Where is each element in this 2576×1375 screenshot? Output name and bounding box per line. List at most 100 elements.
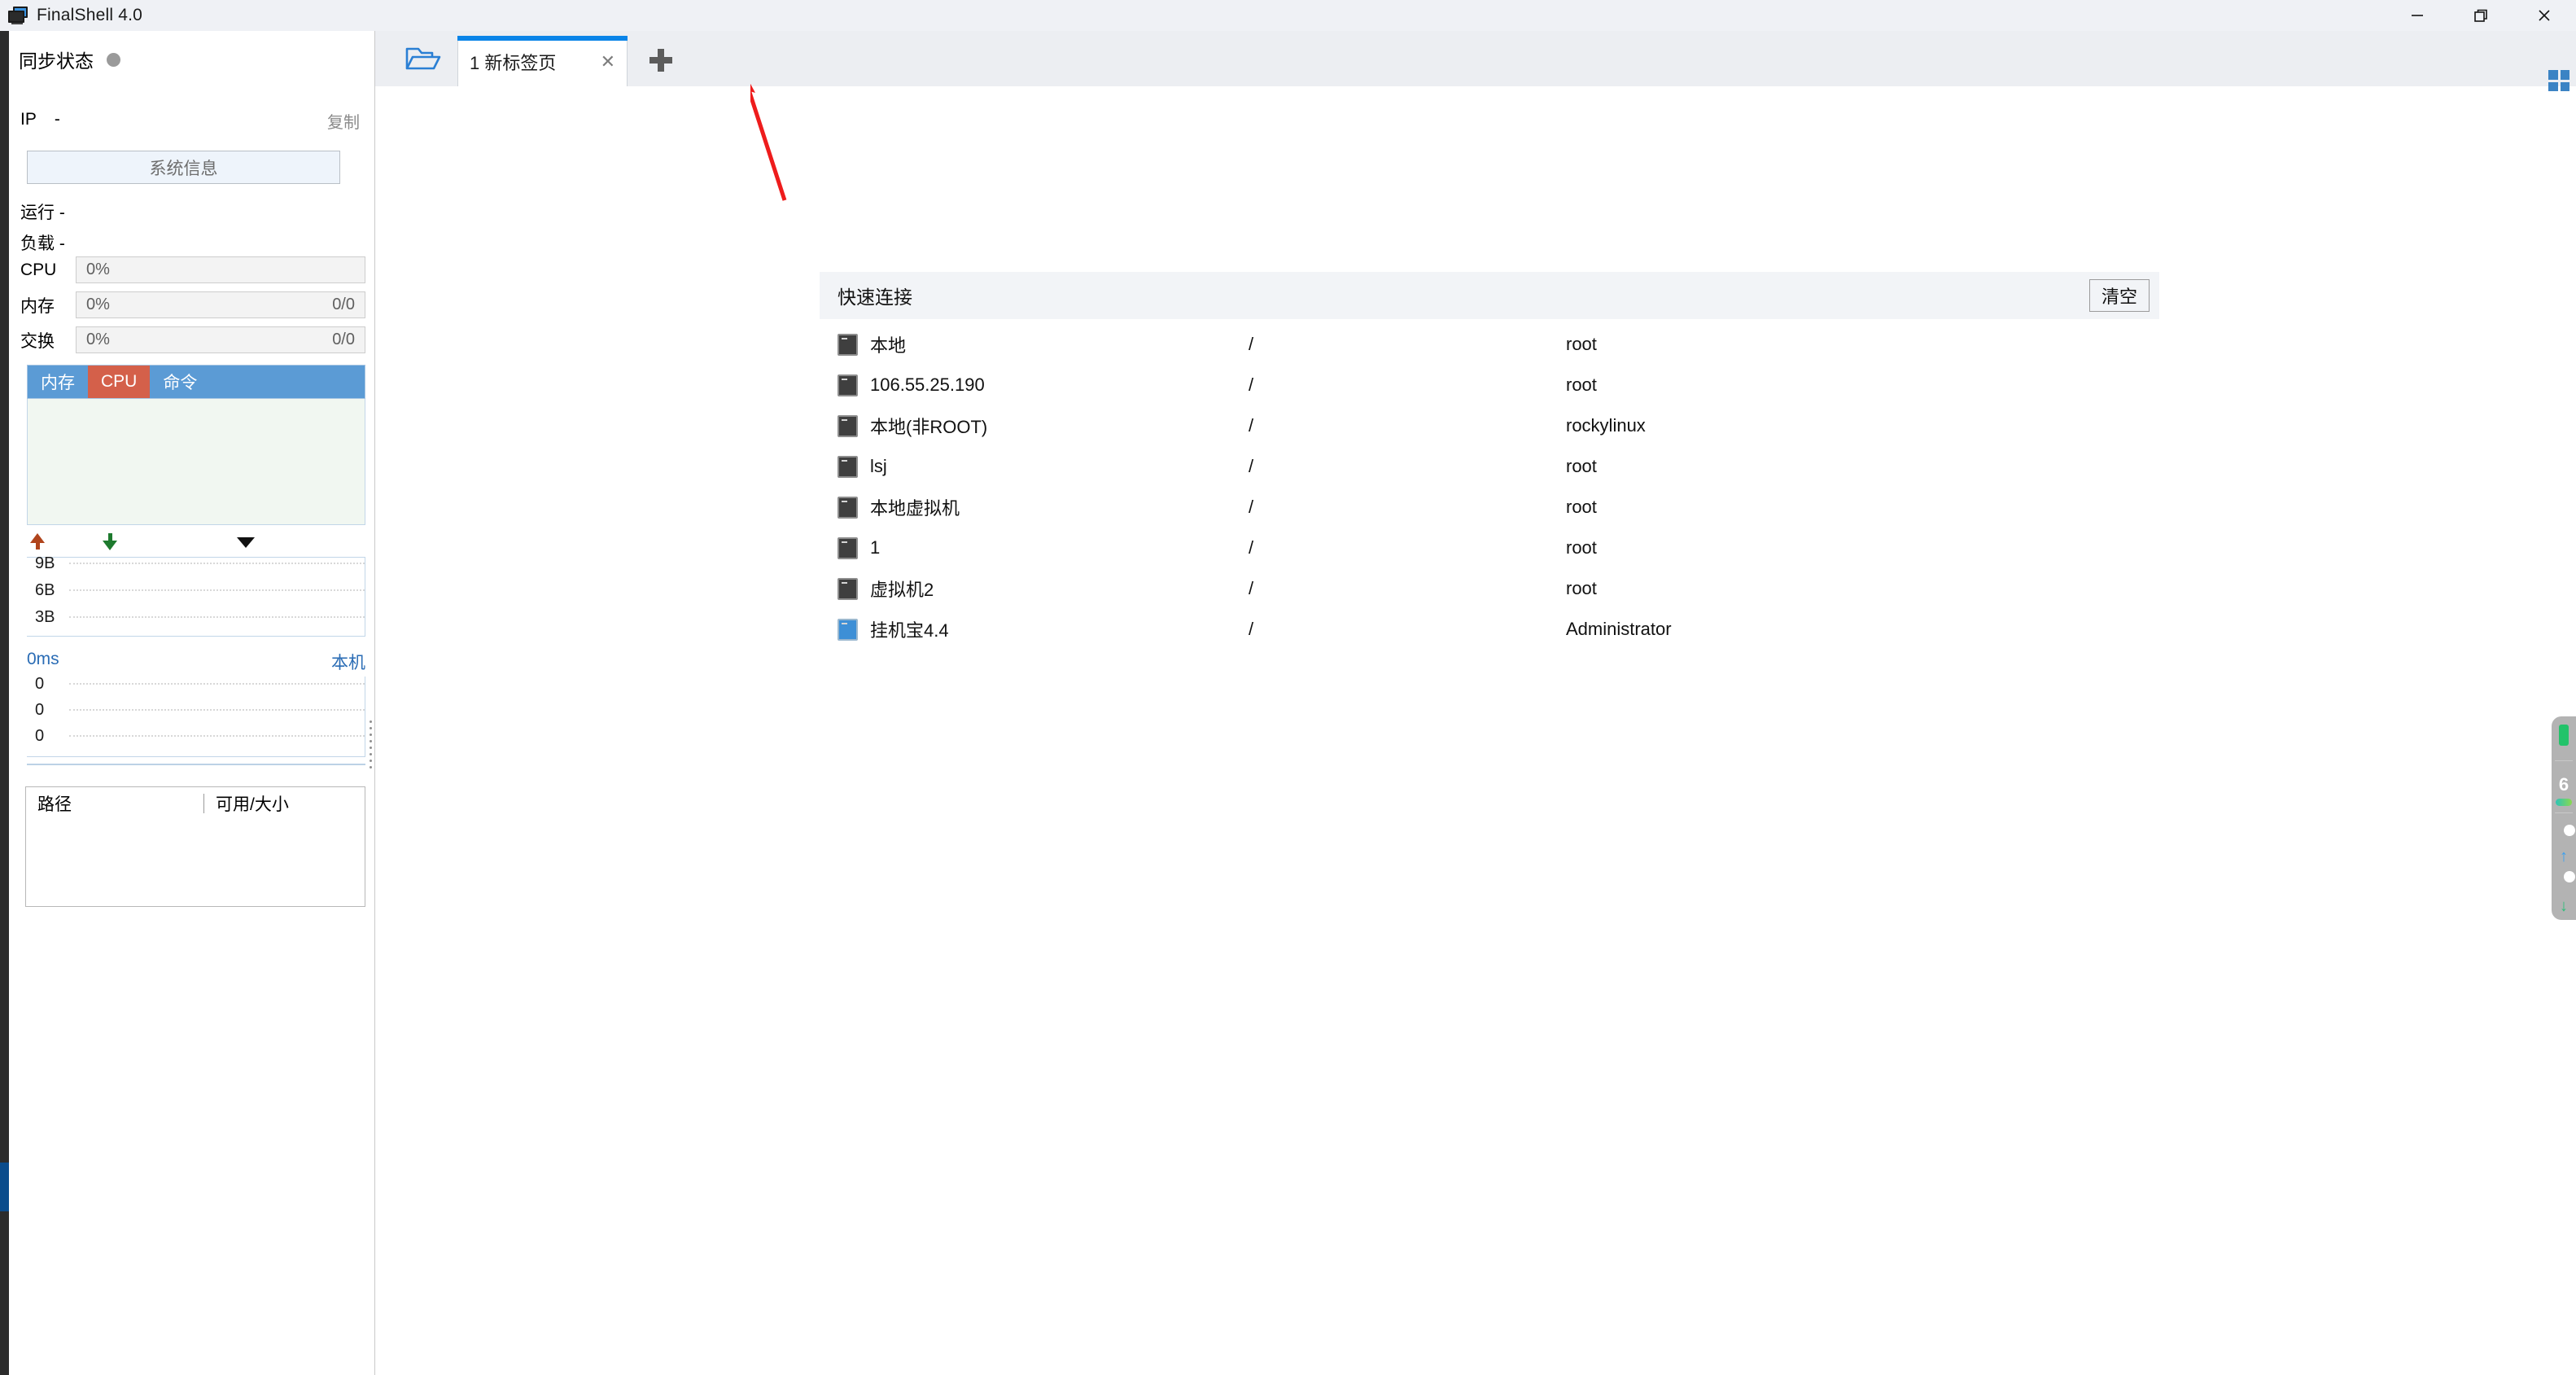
list-item[interactable]: 虚拟机2 / root bbox=[820, 568, 2159, 609]
process-tab-strip: 内存 CPU 命令 bbox=[27, 365, 365, 399]
memory-usage-bar: 0% 0/0 bbox=[76, 291, 365, 318]
list-item[interactable]: 本地 / root bbox=[820, 324, 2159, 365]
tab-new-page[interactable]: 1 新标签页 ✕ bbox=[457, 36, 628, 86]
list-item[interactable]: 本地(非ROOT) / rockylinux bbox=[820, 405, 2159, 446]
sync-status: 同步状态 bbox=[19, 46, 120, 73]
tab-memory[interactable]: 内存 bbox=[28, 366, 88, 398]
sync-status-indicator bbox=[107, 52, 120, 67]
terminal-monitor-icon bbox=[838, 455, 870, 478]
list-item[interactable]: 106.55.25.190 / root bbox=[820, 365, 2159, 405]
list-item[interactable]: lsj / root bbox=[820, 446, 2159, 487]
connection-user: root bbox=[1566, 537, 1597, 558]
quick-connect-list: 本地 / root 106.55.25.190 / root 本地(非ROOT)… bbox=[820, 319, 2159, 650]
net-y-label-1: 6B bbox=[35, 581, 55, 599]
download-arrow-stem bbox=[108, 533, 112, 541]
uptime-value: - bbox=[59, 204, 65, 222]
tab-bar: 1 新标签页 ✕ bbox=[375, 31, 2576, 91]
process-list-body[interactable] bbox=[27, 399, 365, 525]
connection-path: / bbox=[1249, 415, 1254, 436]
restore-button[interactable] bbox=[2449, 0, 2513, 31]
disk-table-header: 路径 可用/大小 bbox=[26, 787, 365, 820]
download-arrow-icon bbox=[103, 541, 117, 550]
title-bar: FinalShell 4.0 bbox=[0, 0, 2576, 31]
clear-button[interactable]: 清空 bbox=[2088, 279, 2150, 312]
terminal-monitor-icon bbox=[838, 496, 870, 519]
minimize-button[interactable] bbox=[2386, 0, 2449, 31]
arrow-down-icon: ↓ bbox=[2560, 897, 2568, 915]
connection-path: / bbox=[1249, 497, 1254, 517]
floating-status-widget[interactable]: 6 ↑ ↓ bbox=[2552, 716, 2576, 920]
ip-value: - bbox=[54, 110, 60, 129]
app-icon bbox=[8, 7, 29, 24]
close-button[interactable] bbox=[2513, 0, 2576, 31]
upload-arrow-stem bbox=[36, 541, 40, 550]
memory-metric-row: 内存 0% 0/0 bbox=[20, 291, 365, 318]
ping-target[interactable]: 本机 bbox=[331, 650, 365, 674]
connection-name: 本地 bbox=[870, 335, 907, 356]
terminal-monitor-icon bbox=[838, 577, 870, 600]
connection-path: / bbox=[1249, 578, 1254, 598]
network-graph-header bbox=[27, 532, 369, 554]
connection-name: 虚拟机2 bbox=[870, 580, 934, 600]
ping-y-label-1: 0 bbox=[35, 701, 45, 719]
disk-col-size: 可用/大小 bbox=[216, 795, 289, 814]
tab-command[interactable]: 命令 bbox=[150, 366, 210, 398]
ip-label: IP bbox=[20, 110, 37, 129]
connection-user: root bbox=[1566, 334, 1597, 354]
sync-status-label: 同步状态 bbox=[19, 50, 94, 72]
memory-label: 内存 bbox=[20, 296, 55, 316]
connection-user: root bbox=[1566, 456, 1597, 476]
connection-name: lsj bbox=[870, 456, 887, 476]
load-row: 负载 - bbox=[20, 230, 65, 255]
widget-dot-lower bbox=[2564, 871, 2575, 882]
sidebar-splitter-handle[interactable] bbox=[366, 716, 374, 769]
quick-connect-title: 快速连接 bbox=[838, 287, 912, 308]
connection-name: 106.55.25.190 bbox=[870, 374, 985, 395]
disk-usage-table: 路径 可用/大小 bbox=[25, 786, 365, 907]
uptime-label: 运行 bbox=[20, 204, 55, 222]
window-controls bbox=[2386, 0, 2576, 31]
grid-layout-icon[interactable] bbox=[2548, 70, 2569, 91]
rail-accent-marker bbox=[0, 1163, 9, 1211]
ping-graph: 0 0 0 bbox=[27, 675, 365, 757]
widget-green-bar bbox=[2552, 725, 2576, 754]
main-area: 1 新标签页 ✕ 快速连接 清空 本地 / root 106.55.25.190… bbox=[375, 31, 2576, 1375]
connection-path: / bbox=[1249, 537, 1254, 558]
list-item[interactable]: 1 / root bbox=[820, 528, 2159, 568]
swap-percent: 0% bbox=[86, 331, 110, 348]
connection-path: / bbox=[1249, 374, 1254, 395]
tab-cpu[interactable]: CPU bbox=[88, 366, 151, 398]
ping-y-label-0: 0 bbox=[35, 675, 45, 693]
list-item[interactable]: 本地虚拟机 / root bbox=[820, 487, 2159, 528]
sidebar-divider bbox=[27, 764, 365, 765]
connection-path: / bbox=[1249, 334, 1254, 354]
list-item[interactable]: 挂机宝4.4 / Administrator bbox=[820, 609, 2159, 650]
net-y-label-0: 9B bbox=[35, 554, 55, 572]
cpu-label: CPU bbox=[20, 260, 57, 279]
connection-name: 挂机宝4.4 bbox=[870, 620, 949, 641]
network-traffic-graph: 9B 6B 3B bbox=[27, 554, 365, 637]
open-folder-icon[interactable] bbox=[396, 40, 451, 77]
load-label: 负载 bbox=[20, 234, 55, 253]
quick-connect-header: 快速连接 清空 bbox=[820, 272, 2159, 319]
uptime-row: 运行 - bbox=[20, 199, 65, 224]
terminal-monitor-icon bbox=[838, 414, 870, 437]
swap-label: 交换 bbox=[20, 331, 55, 351]
terminal-monitor-icon bbox=[838, 374, 870, 396]
chevron-down-icon[interactable] bbox=[237, 537, 255, 548]
connection-user: root bbox=[1566, 578, 1597, 598]
widget-value: 6 bbox=[2558, 774, 2569, 795]
copy-ip-button[interactable]: 复制 bbox=[327, 109, 360, 133]
terminal-monitor-icon bbox=[838, 333, 870, 356]
system-info-button[interactable]: 系统信息 bbox=[27, 151, 340, 184]
connection-path: / bbox=[1249, 456, 1254, 476]
tab-label: 1 新标签页 bbox=[470, 52, 557, 73]
connection-user: root bbox=[1566, 497, 1597, 517]
close-icon[interactable]: ✕ bbox=[601, 51, 615, 72]
finalshell-window: FinalShell 4.0 同步状态 IP - 复制 系统信息 运行 - 负载… bbox=[0, 0, 2576, 1375]
connection-name: 本地虚拟机 bbox=[870, 498, 960, 519]
ping-header: 0ms 本机 bbox=[27, 650, 365, 674]
plus-icon[interactable] bbox=[644, 44, 678, 77]
window-title: FinalShell 4.0 bbox=[37, 6, 143, 24]
widget-progress-pill bbox=[2556, 799, 2572, 806]
